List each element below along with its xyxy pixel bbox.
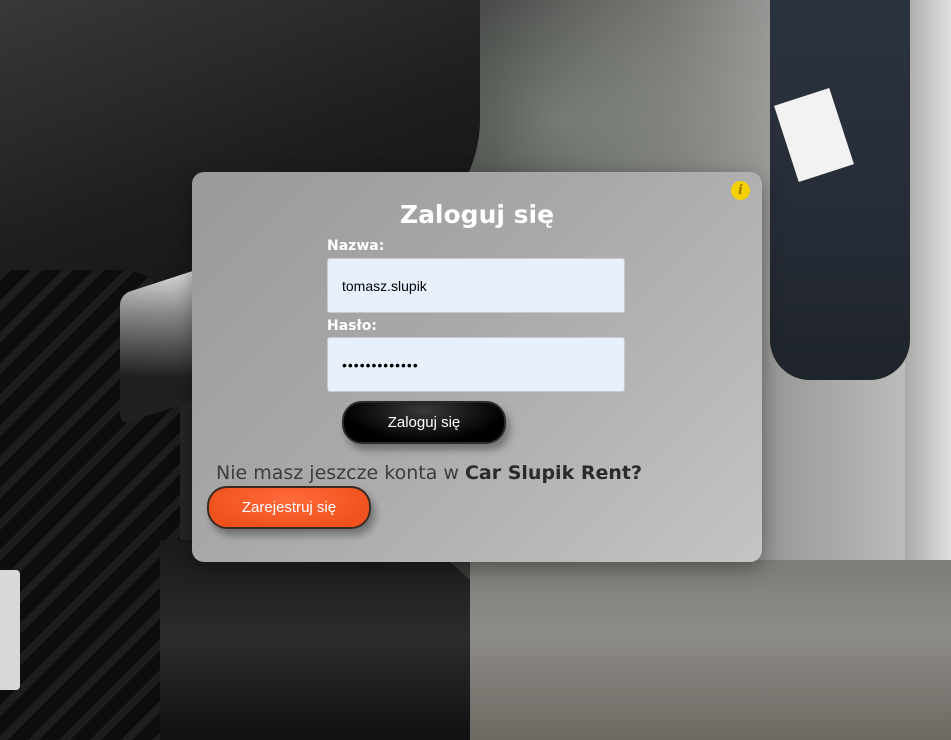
person-silhouette — [770, 0, 910, 380]
showroom-floor — [470, 560, 951, 740]
register-prompt-prefix: Nie masz jeszcze konta w — [216, 462, 465, 484]
password-input[interactable] — [327, 337, 625, 392]
login-title: Zaloguj się — [399, 200, 555, 229]
login-button[interactable]: Zaloguj się — [342, 401, 506, 444]
showroom-pillar — [905, 0, 951, 560]
car-plate — [0, 570, 20, 690]
brand-name: Car Slupik Rent? — [464, 462, 642, 484]
username-input[interactable] — [327, 258, 625, 313]
info-icon[interactable]: i — [731, 181, 750, 200]
login-dialog: i Zaloguj się Nazwa: Hasło: Zaloguj się … — [192, 172, 762, 562]
car-bumper — [160, 540, 500, 740]
username-label: Nazwa: — [327, 238, 385, 254]
password-label: Hasło: — [327, 318, 377, 334]
register-prompt: Nie masz jeszcze konta w Car Slupik Rent… — [216, 462, 642, 484]
register-button[interactable]: Zarejestruj się — [207, 486, 371, 529]
